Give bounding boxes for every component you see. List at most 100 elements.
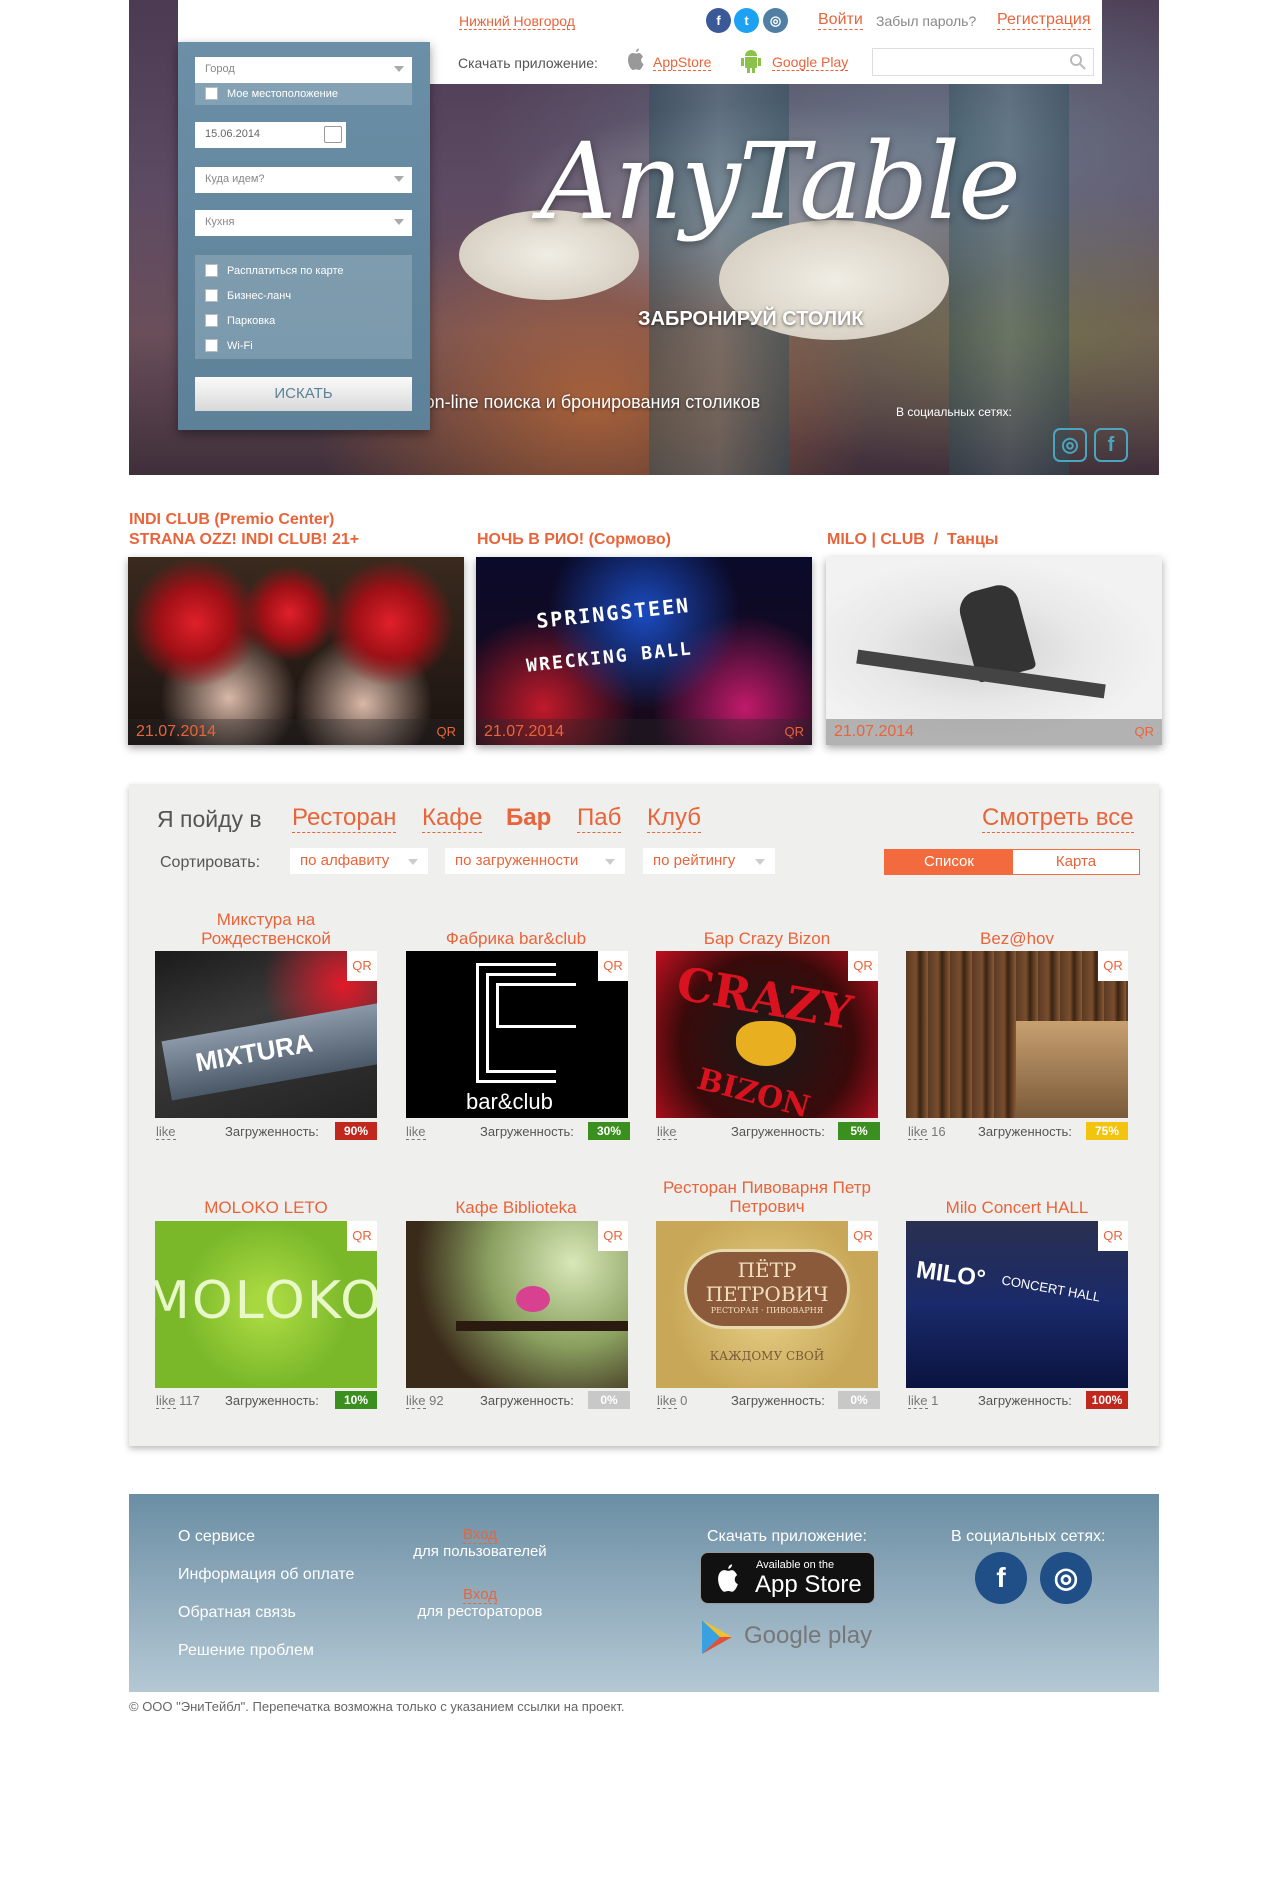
calendar-icon[interactable] <box>324 126 342 143</box>
category-restaurant[interactable]: Ресторан <box>292 804 397 833</box>
date-field[interactable]: 15.06.2014 <box>195 122 346 148</box>
venue-image[interactable]: CRAZY BIZON QR <box>656 951 878 1118</box>
like-count[interactable]: like 92 <box>406 1393 444 1409</box>
like-count[interactable]: like 1 <box>908 1393 938 1409</box>
footer-download-label: Скачать приложение: <box>707 1528 867 1545</box>
category-cafe[interactable]: Кафе <box>422 804 483 833</box>
city-select[interactable]: Город <box>195 57 412 83</box>
qr-link[interactable]: QR <box>437 724 457 739</box>
instagram-icon[interactable]: ◎ <box>1053 428 1087 462</box>
venue-image[interactable]: QR <box>406 1221 628 1388</box>
venue-title[interactable]: Микстура на Рождественской <box>155 910 377 948</box>
like-count[interactable]: like 16 <box>908 1124 946 1140</box>
like-link[interactable]: like <box>657 1393 677 1409</box>
venue-title[interactable]: Milo Concert HALL <box>906 1198 1128 1217</box>
login-link[interactable]: Войти <box>818 11 863 30</box>
venue-image[interactable]: bar&club QR <box>406 951 628 1118</box>
event-image[interactable]: 21.07.2014 QR <box>826 557 1162 745</box>
forgot-password-link[interactable]: Забыл пароль? <box>876 13 976 29</box>
view-list-button[interactable]: Список <box>885 850 1013 874</box>
like-count[interactable]: like <box>406 1124 426 1140</box>
city-link[interactable]: Нижний Новгород <box>459 13 575 30</box>
cuisine-select[interactable]: Кухня <box>195 210 412 236</box>
sort-rating[interactable]: по рейтингу <box>643 848 775 874</box>
venue-image[interactable]: QR <box>906 951 1128 1118</box>
qr-link[interactable]: QR <box>848 951 878 981</box>
view-all-link[interactable]: Смотреть все <box>982 804 1134 833</box>
event-title[interactable]: INDI CLUB (Premio Center) STRANA OZZ! IN… <box>129 510 359 550</box>
venue-title[interactable]: Ресторан Пивоварня Петр Петрович <box>656 1178 878 1216</box>
qr-link[interactable]: QR <box>1098 951 1128 981</box>
instagram-icon[interactable]: ◎ <box>1040 1552 1092 1604</box>
qr-link[interactable]: QR <box>598 951 628 981</box>
sort-load[interactable]: по загруженности <box>445 848 625 874</box>
chevron-down-icon <box>394 176 404 182</box>
card-payment-checkbox[interactable] <box>205 264 218 277</box>
where-select-label: Куда идем? <box>205 173 265 185</box>
qr-link[interactable]: QR <box>1098 1221 1128 1251</box>
venue-sign: CONCERT HALL <box>1000 1272 1102 1305</box>
business-lunch-checkbox[interactable] <box>205 289 218 302</box>
qr-link[interactable]: QR <box>598 1221 628 1251</box>
venue-image[interactable]: MILO° CONCERT HALL QR <box>906 1221 1128 1388</box>
location-checkbox[interactable] <box>205 87 218 100</box>
category-bar[interactable]: Бар <box>506 804 551 832</box>
login-rest-link[interactable]: Вход <box>463 1586 497 1604</box>
venue-title[interactable]: MOLOKO LETO <box>155 1198 377 1217</box>
register-link[interactable]: Регистрация <box>997 11 1091 30</box>
like-link[interactable]: like <box>406 1124 426 1140</box>
like-link[interactable]: like <box>156 1393 176 1409</box>
category-pub[interactable]: Паб <box>577 804 622 833</box>
facebook-icon[interactable]: f <box>975 1552 1027 1604</box>
like-link[interactable]: like <box>406 1393 426 1409</box>
like-count[interactable]: like 117 <box>156 1393 200 1409</box>
footer-link-about[interactable]: О сервисе <box>178 1528 255 1546</box>
instagram-icon[interactable]: ◎ <box>763 8 788 33</box>
facebook-icon[interactable]: f <box>1094 428 1128 462</box>
venue-title[interactable]: Кафе Biblioteka <box>405 1198 627 1217</box>
appstore-link[interactable]: AppStore <box>653 54 712 71</box>
parking-checkbox[interactable] <box>205 314 218 327</box>
qr-link[interactable]: QR <box>848 1221 878 1251</box>
qr-link[interactable]: QR <box>785 724 805 739</box>
view-map-button[interactable]: Карта <box>1013 850 1139 874</box>
event-image[interactable]: 21.07.2014 QR <box>128 557 464 745</box>
facebook-icon[interactable]: f <box>706 8 731 33</box>
googleplay-badge[interactable]: Google play <box>700 1614 875 1660</box>
footer-login-rest: Вход для рестораторов <box>400 1586 560 1620</box>
venue-image[interactable]: ПЁТР ПЕТРОВИЧ РЕСТОРАН · ПИВОВАРНЯ КАЖДО… <box>656 1221 878 1388</box>
qr-link[interactable]: QR <box>347 1221 377 1251</box>
qr-link[interactable]: QR <box>1135 724 1155 739</box>
event-title[interactable]: MILO | CLUB / Танцы <box>827 530 998 550</box>
category-club[interactable]: Клуб <box>647 804 701 833</box>
twitter-icon[interactable]: t <box>734 8 759 33</box>
qr-link[interactable]: QR <box>347 951 377 981</box>
like-link[interactable]: like <box>657 1124 677 1140</box>
sort-alphabet[interactable]: по алфавиту <box>290 848 428 874</box>
search-button[interactable]: ИСКАТЬ <box>195 377 412 411</box>
footer-link-feedback[interactable]: Обратная связь <box>178 1604 296 1622</box>
footer-link-payment[interactable]: Информация об оплате <box>178 1566 354 1584</box>
like-link[interactable]: like <box>156 1124 176 1140</box>
venue-title[interactable]: Bez@hov <box>906 929 1128 948</box>
appstore-badge[interactable]: Available on the App Store <box>700 1552 875 1604</box>
venue-image[interactable]: MOLOKO QR <box>155 1221 377 1388</box>
like-link[interactable]: like <box>908 1393 928 1409</box>
event-image[interactable]: SPRINGSTEEN WRECKING BALL 21.07.2014 QR <box>476 557 812 745</box>
wifi-checkbox[interactable] <box>205 339 218 352</box>
like-link[interactable]: like <box>908 1124 928 1140</box>
like-count[interactable]: like <box>657 1124 677 1140</box>
googleplay-link[interactable]: Google Play <box>772 54 849 71</box>
search-input[interactable] <box>872 48 1094 76</box>
like-count[interactable]: like <box>156 1124 176 1140</box>
venue-title[interactable]: Фабрика bar&club <box>405 929 627 948</box>
login-users-label: для пользователей <box>413 1543 547 1560</box>
venue-title[interactable]: Бар Crazy Bizon <box>656 929 878 948</box>
venue-image[interactable]: MIXTURA QR <box>155 951 377 1118</box>
like-count[interactable]: like 0 <box>657 1393 687 1409</box>
event-title[interactable]: НОЧЬ В РИО! (Сормово) <box>477 530 671 550</box>
footer-link-problems[interactable]: Решение проблем <box>178 1642 314 1660</box>
search-icon[interactable] <box>1069 53 1087 71</box>
where-select[interactable]: Куда идем? <box>195 167 412 193</box>
login-users-link[interactable]: Вход <box>463 1526 497 1544</box>
